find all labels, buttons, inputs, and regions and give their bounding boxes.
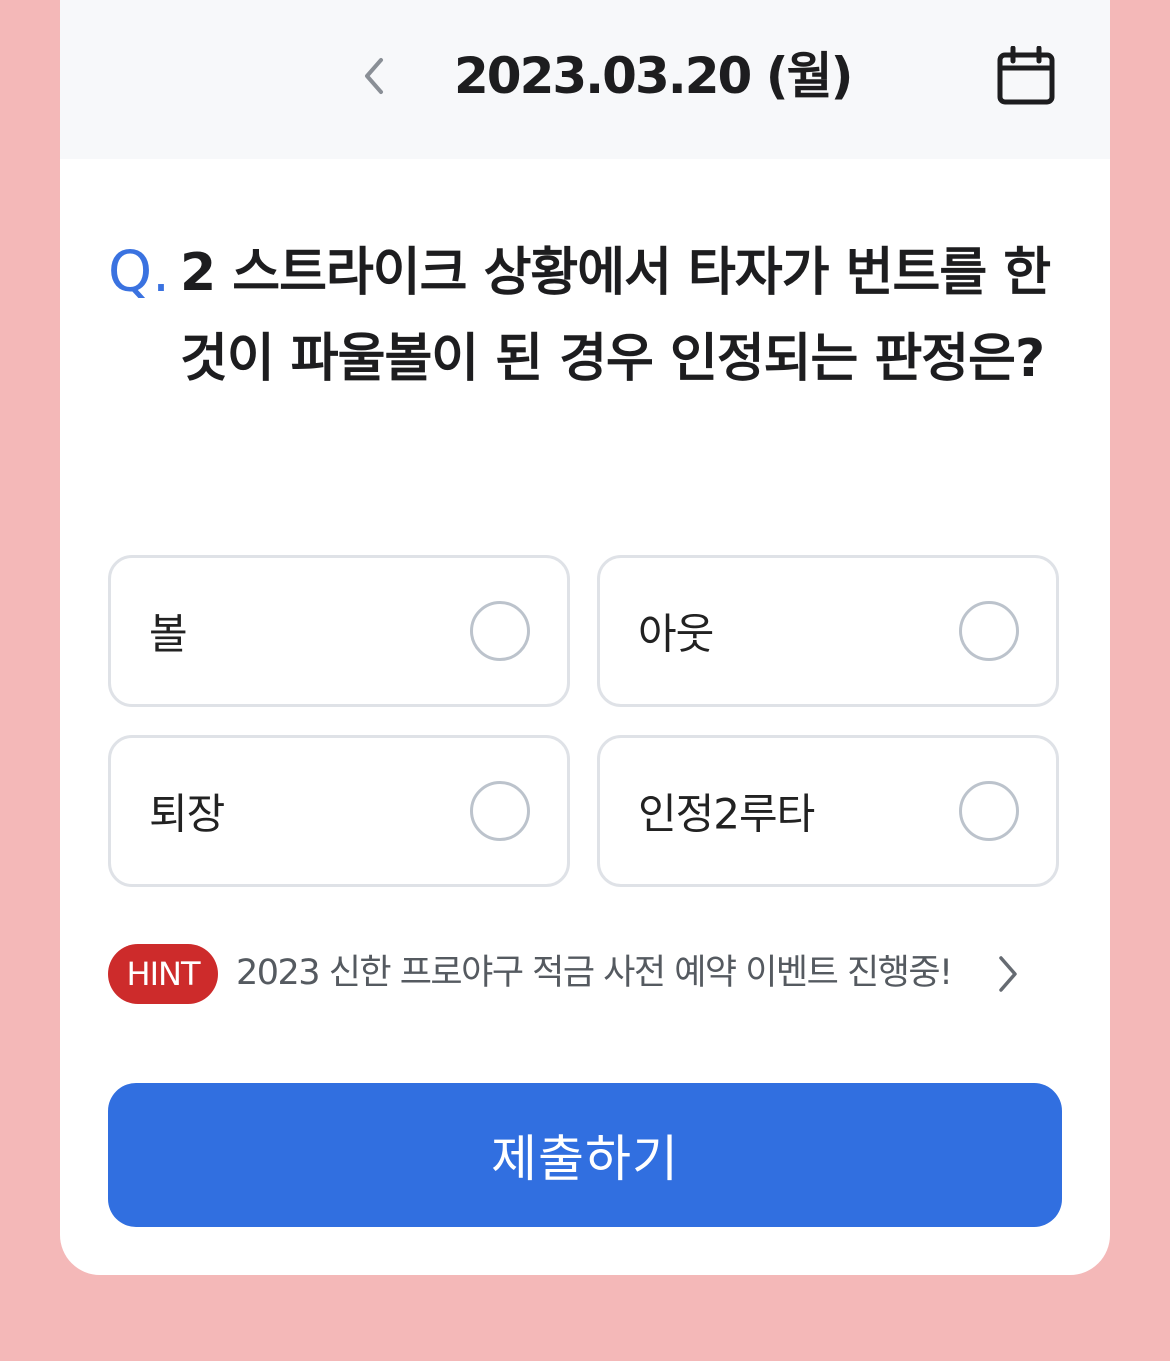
- option-label: 볼: [149, 609, 188, 659]
- hint-badge: HINT: [108, 944, 218, 1004]
- prev-date-button[interactable]: [345, 40, 405, 112]
- submit-button[interactable]: 제출하기: [108, 1083, 1062, 1227]
- radio-button[interactable]: [959, 781, 1019, 841]
- radio-button[interactable]: [470, 781, 530, 841]
- calendar-button[interactable]: [990, 40, 1062, 112]
- radio-button[interactable]: [959, 601, 1019, 661]
- radio-button[interactable]: [470, 601, 530, 661]
- option-label: 인정2루타: [638, 789, 815, 839]
- question-text: 2 스트라이크 상황에서 타자가 번트를 한 것이 파울볼이 된 경우 인정되는…: [180, 243, 1051, 389]
- option-3[interactable]: 퇴장: [108, 735, 570, 887]
- option-1[interactable]: 볼: [108, 555, 570, 707]
- date-title: 2023.03.20 (월): [454, 47, 853, 105]
- option-4[interactable]: 인정2루타: [597, 735, 1059, 887]
- date-header: 2023.03.20 (월): [60, 0, 1110, 159]
- chevron-right-icon: [988, 952, 1028, 996]
- question-prefix: Q.: [108, 240, 170, 305]
- quiz-card: 2023.03.20 (월) Q. 2 스트라이크 상황에서 타자가 번트를 한…: [60, 0, 1110, 1275]
- option-2[interactable]: 아웃: [597, 555, 1059, 707]
- option-label: 아웃: [638, 609, 714, 659]
- calendar-icon: [997, 46, 1055, 105]
- hint-text: 2023 신한 프로야구 적금 사전 예약 이벤트 진행중!: [236, 953, 953, 993]
- hint-link[interactable]: HINT 2023 신한 프로야구 적금 사전 예약 이벤트 진행중!: [108, 944, 1068, 1006]
- chevron-left-icon: [365, 58, 383, 94]
- option-label: 퇴장: [149, 789, 225, 839]
